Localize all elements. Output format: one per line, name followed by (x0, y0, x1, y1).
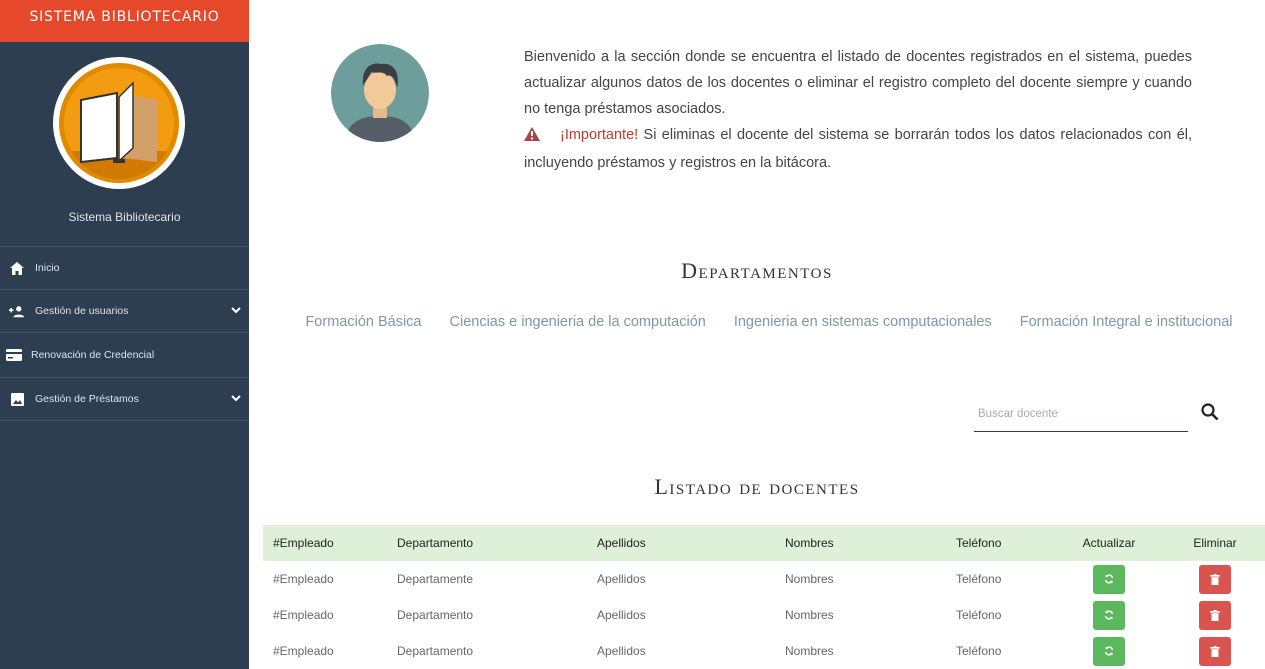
cell-empleado: #Empleado (273, 644, 334, 658)
delete-button[interactable] (1199, 600, 1231, 630)
cell-departamento: Departamente (397, 572, 474, 586)
table-row: #Empleado Departamento Apellidos Nombres… (263, 597, 1265, 633)
profile-name: Sistema Bibliotecario (68, 210, 181, 224)
book-logo-icon (53, 57, 185, 189)
refresh-icon (1104, 609, 1114, 620)
dept-link-sistemas-computacionales[interactable]: Ingenieria en sistemas computacionales (734, 314, 992, 330)
cell-telefono: Teléfono (956, 572, 1002, 586)
sidebar-item-label: Gestión de Préstamos (35, 393, 139, 405)
teachers-table: #Empleado Departamento Apellidos Nombres… (263, 525, 1265, 669)
sidebar-item-gestion-prestamos[interactable]: Gestión de Préstamos (0, 378, 249, 421)
list-title: Listado de docentes (654, 474, 860, 499)
column-header-telefono: Teléfono (956, 536, 1002, 550)
column-header-empleado: #Empleado (273, 536, 334, 550)
credit-card-icon (6, 347, 22, 363)
table-row: #Empleado Departamento Apellidos Nombres… (263, 633, 1265, 669)
home-icon (9, 260, 25, 276)
cell-apellidos: Apellidos (597, 644, 646, 658)
cell-actualizar (1053, 633, 1165, 669)
important-label: ¡Importante! (560, 127, 639, 143)
delete-button[interactable] (1199, 636, 1231, 666)
table-header-row: #Empleado Departamento Apellidos Nombres… (263, 525, 1265, 561)
teacher-avatar-icon (331, 44, 429, 142)
warning-icon (524, 124, 542, 150)
delete-button[interactable] (1199, 564, 1231, 594)
cell-empleado: #Empleado (273, 608, 334, 622)
trash-icon (1210, 573, 1220, 585)
departments-title: Departamentos (681, 258, 833, 283)
cell-nombres: Nombres (785, 608, 834, 622)
sidebar-profile: Sistema Bibliotecario (0, 42, 249, 247)
chevron-down-icon (231, 393, 241, 405)
cell-eliminar (1165, 597, 1265, 633)
sidebar: SISTEMA BIBLIOTECARIO Sistema Biblioteca… (0, 0, 249, 669)
refresh-icon (1104, 645, 1114, 656)
sidebar-item-gestion-usuarios[interactable]: Gestión de usuarios (0, 290, 249, 333)
dept-link-formacion-integral[interactable]: Formación Integral e institucional (1020, 314, 1233, 330)
search-icon[interactable] (1200, 402, 1222, 424)
column-header-nombres: Nombres (785, 536, 834, 550)
main-content: Bienvenido a la sección donde se encuent… (249, 0, 1265, 669)
sidebar-item-label: Inicio (35, 262, 60, 274)
department-links: Formación Básica Ciencias e ingenieria d… (249, 314, 1265, 330)
intro-text: Bienvenido a la sección donde se encuent… (524, 44, 1192, 176)
column-header-actualizar: Actualizar (1082, 536, 1136, 550)
column-header-eliminar: Eliminar (1193, 536, 1237, 550)
dept-link-ciencias-computacion[interactable]: Ciencias e ingenieria de la computación (450, 314, 706, 330)
cell-departamento: Departamento (397, 644, 474, 658)
update-button[interactable] (1093, 564, 1125, 594)
update-button[interactable] (1093, 600, 1125, 630)
cell-eliminar (1165, 561, 1265, 597)
cell-apellidos: Apellidos (597, 608, 646, 622)
cell-nombres: Nombres (785, 644, 834, 658)
add-user-icon (9, 303, 25, 319)
refresh-icon (1104, 573, 1114, 584)
cell-actualizar (1053, 561, 1165, 597)
column-header-departamento: Departamento (397, 536, 474, 550)
column-header-apellidos: Apellidos (597, 536, 646, 550)
sidebar-item-label: Gestión de usuarios (35, 305, 129, 317)
search-input[interactable] (974, 396, 1188, 432)
table-row: #Empleado Departamente Apellidos Nombres… (263, 561, 1265, 597)
dept-link-formacion-basica[interactable]: Formación Básica (305, 314, 421, 330)
sidebar-item-label: Renovación de Credencial (31, 349, 155, 361)
cell-nombres: Nombres (785, 572, 834, 586)
sidebar-item-inicio[interactable]: Inicio (0, 247, 249, 290)
image-icon (9, 391, 25, 407)
trash-icon (1210, 645, 1220, 657)
chevron-down-icon (231, 305, 241, 317)
intro-paragraph: Bienvenido a la sección donde se encuent… (524, 49, 1192, 117)
sidebar-item-renovacion-credencial[interactable]: Renovación de Credencial (0, 333, 249, 378)
cell-telefono: Teléfono (956, 608, 1002, 622)
trash-icon (1210, 609, 1220, 621)
cell-actualizar (1053, 597, 1165, 633)
app-title[interactable]: SISTEMA BIBLIOTECARIO (0, 0, 249, 42)
update-button[interactable] (1093, 636, 1125, 666)
cell-departamento: Departamento (397, 608, 474, 622)
cell-eliminar (1165, 633, 1265, 669)
cell-telefono: Teléfono (956, 644, 1002, 658)
cell-empleado: #Empleado (273, 572, 334, 586)
cell-apellidos: Apellidos (597, 572, 646, 586)
